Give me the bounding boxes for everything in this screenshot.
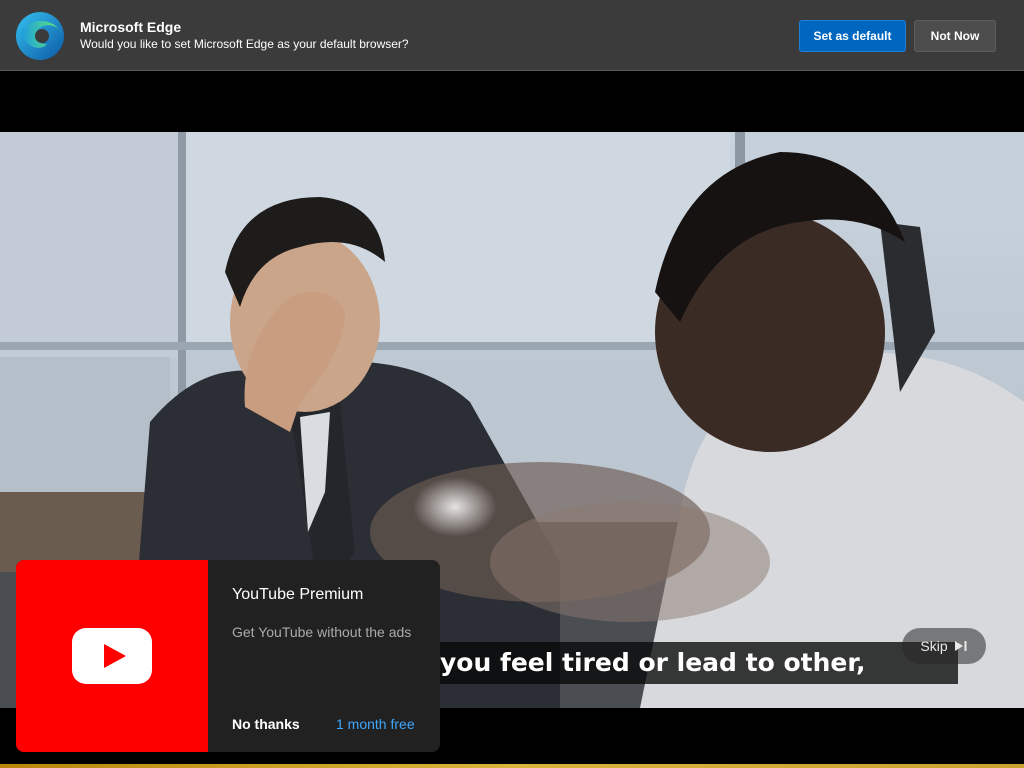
default-browser-banner: Microsoft Edge Would you like to set Mic…	[0, 0, 1024, 71]
skip-next-icon	[954, 641, 967, 651]
set-as-default-button[interactable]: Set as default	[799, 20, 906, 52]
one-month-free-link[interactable]: 1 month free	[336, 716, 415, 732]
promo-subtitle: Get YouTube without the ads	[232, 624, 412, 640]
promo-artwork	[16, 560, 208, 752]
banner-message: Would you like to set Microsoft Edge as …	[80, 37, 409, 51]
skip-ad-button[interactable]: Skip	[902, 628, 986, 664]
skip-label: Skip	[920, 638, 948, 654]
promo-title: YouTube Premium	[232, 586, 364, 603]
not-now-button[interactable]: Not Now	[914, 20, 996, 52]
bottom-edge-strip	[0, 764, 1024, 768]
banner-title: Microsoft Edge	[80, 19, 182, 35]
youtube-premium-promo: YouTube Premium Get YouTube without the …	[16, 560, 440, 752]
video-caption: you feel tired or lead to other,	[434, 642, 958, 684]
edge-logo-icon	[16, 12, 64, 60]
youtube-logo-icon	[72, 628, 152, 684]
no-thanks-button[interactable]: No thanks	[232, 716, 300, 732]
